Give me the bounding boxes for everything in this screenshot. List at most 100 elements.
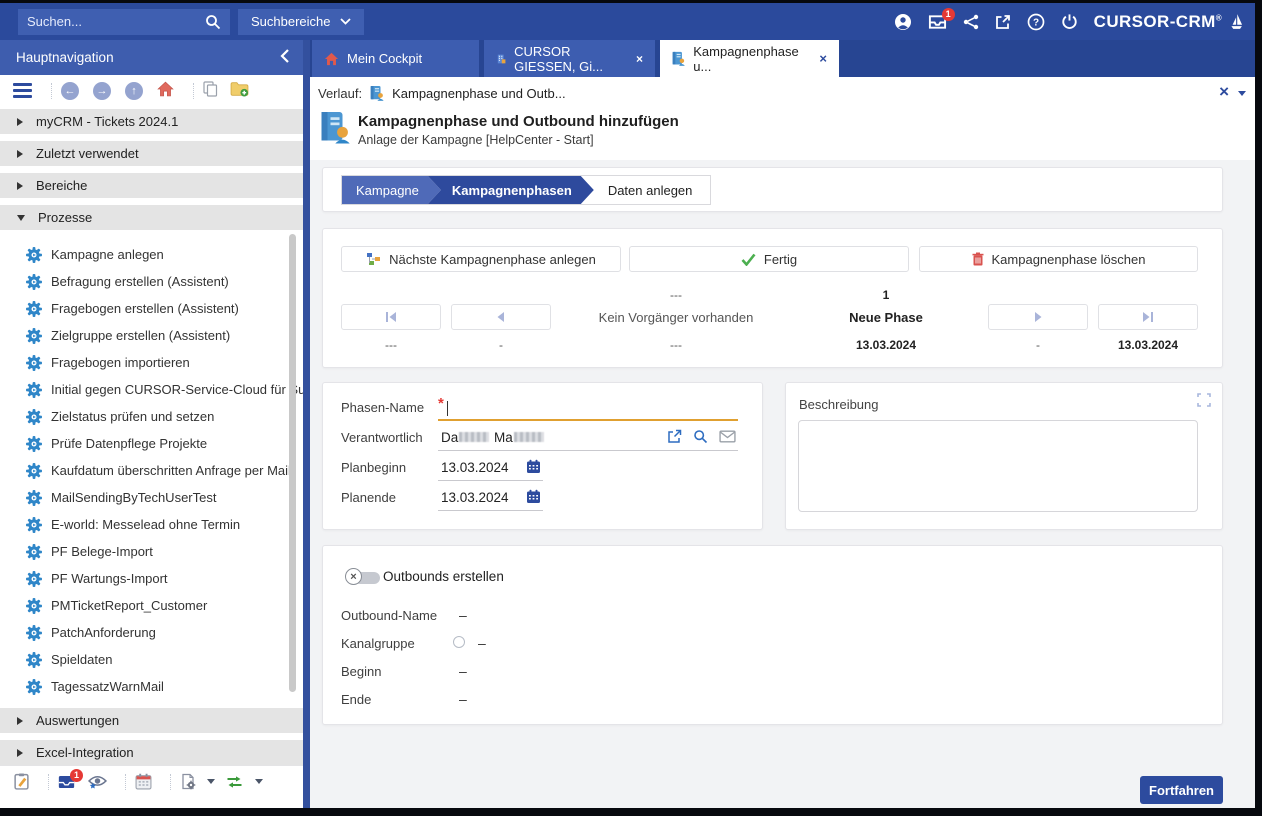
global-search[interactable]	[18, 9, 230, 35]
wizard-step-kampagnenphasen[interactable]: Kampagnenphasen	[428, 176, 594, 204]
document-settings-icon[interactable]	[180, 773, 196, 790]
page-subtitle: Anlage der Kampagne [HelpCenter - Start]	[358, 133, 594, 147]
fullscreen-icon[interactable]	[1197, 393, 1211, 410]
tab-label: CURSOR GIESSEN, Gi...	[514, 44, 622, 74]
sidebar-item[interactable]: Fragebogen erstellen (Assistent)	[0, 295, 303, 322]
datepicker-icon[interactable]	[526, 459, 541, 477]
close-tab-icon[interactable]: ×	[819, 51, 827, 66]
notes-clipboard-icon[interactable]	[13, 773, 30, 790]
chevron-down-icon[interactable]	[207, 779, 215, 784]
kanalgruppe-row: Kanalgruppe –	[341, 636, 415, 656]
sidebar-section-prozesse[interactable]: Prozesse	[0, 205, 303, 230]
planende-value: 13.03.2024	[441, 490, 509, 505]
search-icon[interactable]	[205, 14, 221, 30]
wizard-panel: Kampagne Kampagnenphasen Daten anlegen	[322, 167, 1223, 212]
sidebar-item[interactable]: Spieldaten	[0, 646, 303, 673]
sidebar-item[interactable]: Befragung erstellen (Assistent)	[0, 268, 303, 295]
tab-mein-cockpit[interactable]: Mein Cockpit	[312, 40, 479, 77]
email-icon[interactable]	[719, 430, 736, 443]
open-new-window-icon[interactable]	[995, 14, 1011, 30]
sidebar-item-label: Fragebogen erstellen (Assistent)	[51, 301, 239, 316]
menu-icon[interactable]	[13, 83, 32, 98]
previous-phase-button[interactable]	[451, 304, 551, 330]
next-phase-button[interactable]: Nächste Kampagnenphase anlegen	[341, 246, 621, 272]
first-icon	[385, 311, 397, 323]
sidebar-item[interactable]: MailSendingByTechUserTest	[0, 484, 303, 511]
sidebar-item[interactable]: Fragebogen importieren	[0, 349, 303, 376]
sidebar-item[interactable]: Kaufdatum überschritten Anfrage per Mail	[0, 457, 303, 484]
description-textarea[interactable]	[798, 420, 1198, 512]
sidebar-item[interactable]: PMTicketReport_Customer	[0, 592, 303, 619]
up-icon[interactable]: ↑	[125, 82, 143, 100]
lookup-search-icon[interactable]	[693, 429, 708, 444]
ende-row: Ende –	[341, 692, 371, 712]
home-icon[interactable]	[157, 81, 174, 100]
help-icon[interactable]: ?	[1027, 13, 1045, 31]
logout-power-icon[interactable]	[1061, 13, 1078, 30]
add-folder-icon[interactable]	[230, 81, 249, 100]
first-phase-button[interactable]	[341, 304, 441, 330]
collapse-sidebar-icon[interactable]	[280, 49, 289, 66]
user-account-icon[interactable]	[894, 13, 912, 31]
history-entry[interactable]: Kampagnenphase und Outb...	[392, 86, 565, 101]
sidebar-section-mycrm[interactable]: myCRM - Tickets 2024.1	[0, 109, 303, 134]
back-icon[interactable]: ←	[61, 82, 79, 100]
planbeginn-field[interactable]: 13.03.2024	[438, 455, 543, 481]
sidebar-item[interactable]: Kampagne anlegen	[0, 241, 303, 268]
copy-icon[interactable]	[203, 81, 218, 100]
close-view-icon[interactable]: ×	[1219, 82, 1229, 102]
sidebar-section-auswertungen[interactable]: Auswertungen	[0, 708, 303, 733]
sidebar-item[interactable]: PF Wartungs-Import	[0, 565, 303, 592]
share-icon[interactable]	[963, 14, 979, 30]
finish-button[interactable]: Fertig	[629, 246, 909, 272]
watch-eye-icon[interactable]	[88, 774, 107, 790]
continue-button[interactable]: Fortfahren	[1140, 776, 1223, 804]
previous-icon	[495, 311, 507, 323]
kanalgruppe-radio[interactable]	[453, 636, 465, 648]
forward-icon[interactable]: →	[93, 82, 111, 100]
chevron-down-icon[interactable]	[255, 779, 263, 784]
sidebar-item[interactable]: E-world: Messelead ohne Termin	[0, 511, 303, 538]
phase-name-field[interactable]: *	[438, 395, 738, 421]
sidebar-title: Hauptnavigation	[16, 50, 114, 65]
sidebar-item-label: PMTicketReport_Customer	[51, 598, 207, 613]
sidebar-item[interactable]: PatchAnforderung	[0, 619, 303, 646]
next-phase-value: -	[1036, 332, 1040, 352]
wizard-step-kampagne[interactable]: Kampagne	[342, 176, 441, 204]
open-record-icon[interactable]	[667, 429, 682, 444]
chevron-down-icon[interactable]	[1238, 91, 1246, 96]
wizard-step-daten-anlegen[interactable]: Daten anlegen	[594, 176, 711, 204]
sidebar-section-excel[interactable]: Excel-Integration	[0, 740, 303, 765]
datepicker-icon[interactable]	[526, 489, 541, 507]
sidebar-item-label: Prüfe Datenpflege Projekte	[51, 436, 207, 451]
sidebar-item[interactable]: PF Belege-Import	[0, 538, 303, 565]
sidebar-section-bereiche[interactable]: Bereiche	[0, 173, 303, 198]
sidebar-item[interactable]: Prüfe Datenpflege Projekte	[0, 430, 303, 457]
responsible-label: Verantwortlich	[341, 430, 423, 445]
notifications-icon[interactable]: 1	[928, 14, 947, 30]
sidebar-item[interactable]: Zielgruppe erstellen (Assistent)	[0, 322, 303, 349]
tab-cursor-giessen[interactable]: CURSOR GIESSEN, Gi... ×	[484, 40, 655, 77]
sidebar-item[interactable]: Zielstatus prüfen und setzen	[0, 403, 303, 430]
planende-field[interactable]: 13.03.2024	[438, 485, 543, 511]
inbox-icon[interactable]: 1	[58, 775, 75, 789]
delete-phase-button[interactable]: Kampagnenphase löschen	[919, 246, 1198, 272]
sidebar-item[interactable]: TagessatzWarnMail	[0, 673, 303, 700]
close-tab-icon[interactable]: ×	[636, 52, 643, 66]
ende-label: Ende	[341, 692, 371, 707]
last-phase-button[interactable]	[1098, 304, 1198, 330]
outbounds-toggle[interactable]: ×	[345, 568, 387, 587]
sidebar-section-zuletzt[interactable]: Zuletzt verwendet	[0, 141, 303, 166]
responsible-field[interactable]: Da Ma	[438, 425, 738, 451]
wizard-steps: Kampagne Kampagnenphasen Daten anlegen	[341, 175, 711, 205]
search-input[interactable]	[27, 14, 205, 29]
next-phase-nav-button[interactable]	[988, 304, 1088, 330]
section-label: Excel-Integration	[36, 745, 134, 760]
sync-icon[interactable]	[225, 775, 244, 789]
process-gear-icon	[26, 301, 42, 317]
tab-kampagnenphase[interactable]: Kampagnenphase u... ×	[660, 40, 839, 77]
sidebar-item[interactable]: Initial gegen CURSOR-Service-Cloud für S…	[0, 376, 303, 403]
search-scope-button[interactable]: Suchbereiche	[238, 9, 364, 35]
calendar-icon[interactable]	[135, 773, 152, 790]
sidebar-scrollbar[interactable]	[289, 234, 296, 692]
